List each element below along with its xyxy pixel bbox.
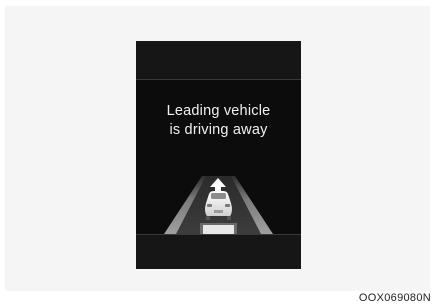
status-message: Leading vehicle is driving away (136, 102, 301, 140)
message-line-2: is driving away (169, 122, 268, 138)
display-main-area: Leading vehicle is driving away (136, 80, 301, 234)
message-line-1: Leading vehicle (166, 103, 271, 119)
display-bottom-bar (136, 235, 301, 269)
display-top-bar (136, 41, 301, 79)
figure-code: OOX069080N (358, 292, 431, 304)
leading-vehicle-icon (205, 191, 232, 220)
cluster-display: Leading vehicle is driving away (136, 41, 301, 269)
own-vehicle-icon (200, 223, 237, 234)
